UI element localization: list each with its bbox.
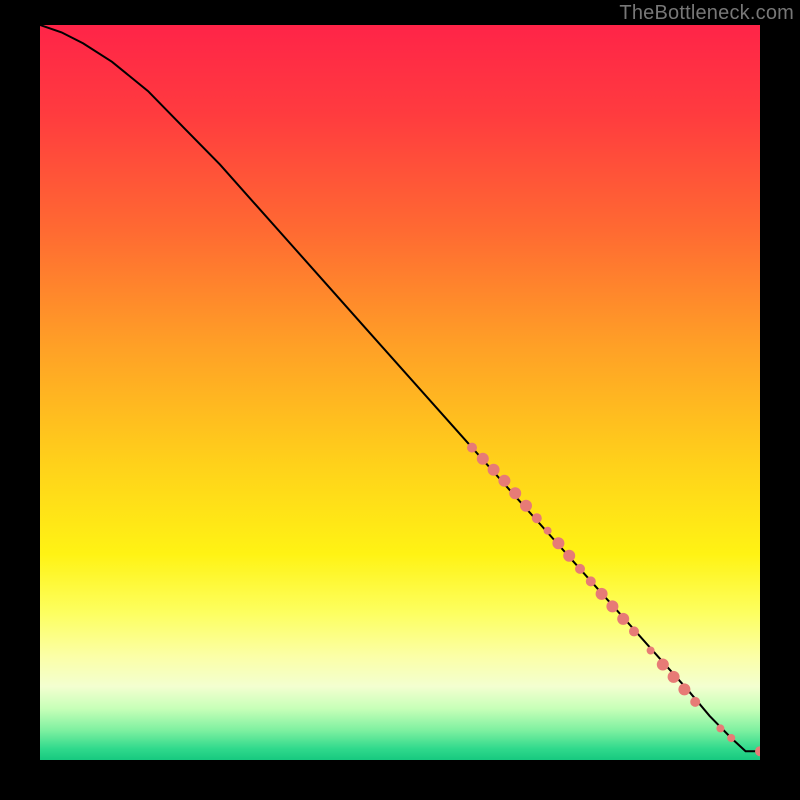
data-point	[467, 443, 477, 453]
data-point	[690, 697, 700, 707]
data-point	[629, 626, 639, 636]
plot-area	[40, 25, 760, 760]
data-point	[727, 734, 735, 742]
data-point	[647, 647, 655, 655]
data-point	[596, 588, 608, 600]
data-point	[509, 487, 521, 499]
data-point	[498, 475, 510, 487]
data-point	[586, 576, 596, 586]
data-point	[488, 464, 500, 476]
data-point	[668, 671, 680, 683]
chart-svg	[40, 25, 760, 760]
data-point	[563, 550, 575, 562]
chart-frame: TheBottleneck.com	[0, 0, 800, 800]
data-point	[532, 513, 542, 523]
data-point	[716, 724, 724, 732]
watermark-text: TheBottleneck.com	[619, 2, 794, 25]
data-point	[678, 683, 690, 695]
data-point	[606, 600, 618, 612]
data-point	[657, 659, 669, 671]
data-point	[520, 500, 532, 512]
data-point	[544, 527, 552, 535]
data-point	[575, 564, 585, 574]
data-point	[552, 537, 564, 549]
data-point	[477, 453, 489, 465]
data-point	[617, 613, 629, 625]
